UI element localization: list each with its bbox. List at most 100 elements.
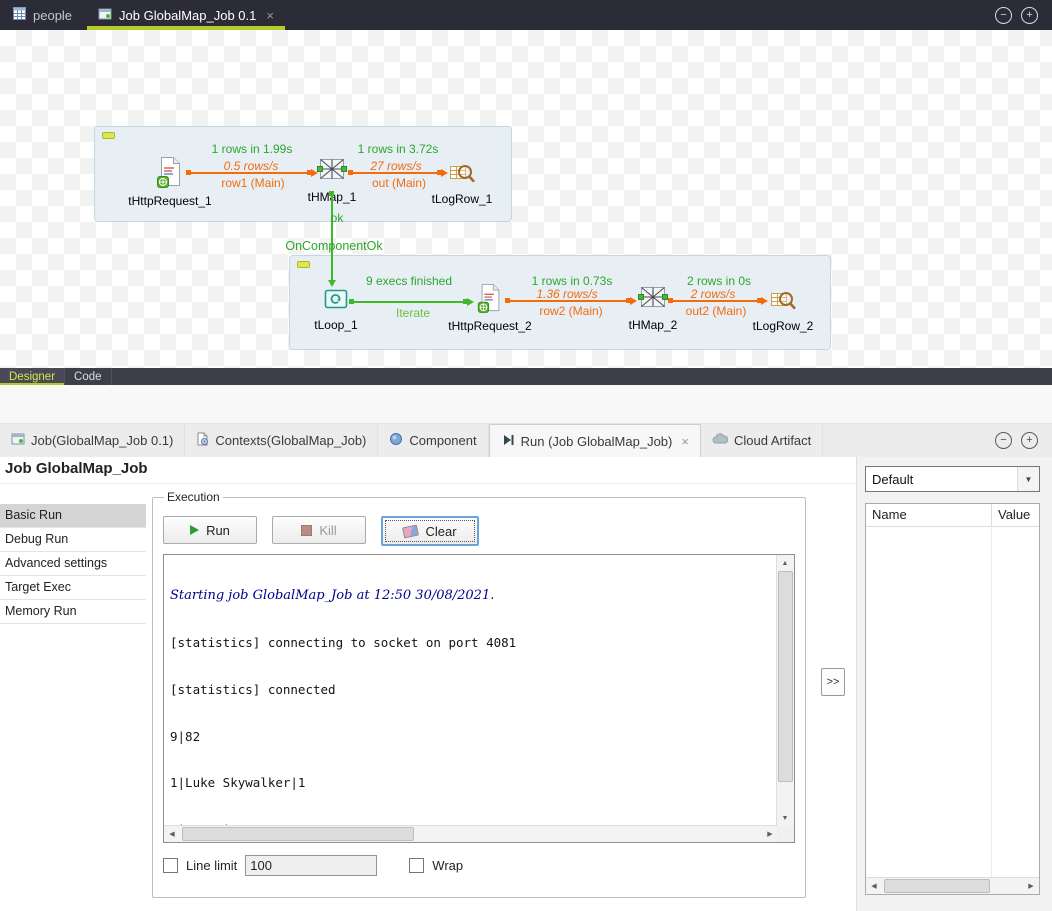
sidebar-item-advanced-settings[interactable]: Advanced settings bbox=[0, 552, 146, 576]
component-label: tHttpRequest_1 bbox=[128, 194, 211, 208]
link-stat-label: 1 rows in 0.73s bbox=[532, 274, 613, 288]
component-thttprequest-1[interactable]: tHttpRequest_1 bbox=[115, 156, 225, 208]
anchor-square bbox=[329, 191, 334, 196]
tab-label: Component bbox=[409, 433, 476, 448]
sidebar-item-debug-run[interactable]: Debug Run bbox=[0, 528, 146, 552]
job-icon bbox=[11, 432, 25, 449]
component-tloop-1[interactable]: tLoop_1 bbox=[281, 286, 391, 332]
line-limit-input[interactable] bbox=[245, 855, 377, 876]
scroll-right-icon[interactable]: ▶ bbox=[762, 826, 778, 842]
cloud-icon bbox=[712, 433, 728, 448]
component-thttprequest-2[interactable]: tHttpRequest_2 bbox=[435, 283, 545, 333]
tab-component-view[interactable]: Component bbox=[378, 424, 488, 457]
close-icon[interactable]: × bbox=[266, 8, 274, 23]
run-button[interactable]: Run bbox=[163, 516, 257, 544]
context-variables-table[interactable]: Name Value ◀ ▶ bbox=[865, 503, 1040, 895]
clear-button[interactable]: Clear bbox=[381, 516, 479, 546]
arrowhead bbox=[761, 297, 768, 305]
group-collapse-handle[interactable] bbox=[297, 261, 310, 268]
link-stat-label: 2 rows in 0s bbox=[687, 274, 751, 288]
console-options-row: Line limit Wrap bbox=[163, 855, 795, 876]
column-divider bbox=[991, 526, 992, 878]
minimize-icon[interactable]: − bbox=[995, 432, 1012, 449]
anchor-square bbox=[668, 298, 673, 303]
page-title: Job GlobalMap_Job bbox=[0, 457, 856, 484]
context-panel: Default ▼ Name Value ◀ ▶ bbox=[856, 457, 1052, 911]
trigger-link-oncomponentok[interactable] bbox=[331, 193, 333, 281]
tab-run-view[interactable]: Run (Job GlobalMap_Job) × bbox=[489, 424, 701, 457]
column-header-name[interactable]: Name bbox=[866, 504, 992, 526]
table-icon bbox=[13, 7, 26, 23]
tab-contexts-view[interactable]: Contexts(GlobalMap_Job) bbox=[185, 424, 378, 457]
console-line: [statistics] connecting to socket on por… bbox=[170, 635, 774, 651]
console-output: Starting job GlobalMap_Job at 12:50 30/0… bbox=[170, 557, 774, 826]
link-name-label: Iterate bbox=[396, 306, 430, 320]
scrollbar-thumb[interactable] bbox=[884, 879, 990, 893]
link-stat-label: 1 rows in 3.72s bbox=[358, 142, 439, 156]
console-line: 9|82 bbox=[170, 729, 774, 745]
component-icon bbox=[389, 432, 403, 449]
scrollbar-corner bbox=[777, 826, 794, 842]
link-stat-label: 1 rows in 1.99s bbox=[212, 142, 293, 156]
close-icon[interactable]: × bbox=[681, 434, 689, 449]
scroll-right-icon[interactable]: ▶ bbox=[1023, 878, 1039, 894]
console-horizontal-scrollbar[interactable]: ◀ ▶ bbox=[164, 825, 778, 842]
tab-label: Code bbox=[74, 371, 102, 383]
thmap-icon bbox=[638, 282, 668, 315]
wrap-checkbox[interactable] bbox=[409, 858, 424, 873]
tab-people[interactable]: people bbox=[0, 0, 85, 30]
run-console[interactable]: Starting job GlobalMap_Job at 12:50 30/0… bbox=[163, 554, 795, 843]
scroll-up-icon[interactable]: ▲ bbox=[777, 555, 793, 571]
link-rate-label: 2 rows/s bbox=[691, 287, 736, 301]
job-design-canvas[interactable]: tHttpRequest_1 tHMap_1 tLogRow_1 tLoop_1 bbox=[0, 30, 1052, 368]
kill-button[interactable]: Kill bbox=[272, 516, 366, 544]
console-line: [statistics] connected bbox=[170, 682, 774, 698]
minimize-icon[interactable]: − bbox=[995, 7, 1012, 24]
anchor-square bbox=[349, 299, 354, 304]
thttprequest-icon bbox=[476, 283, 504, 316]
ok-label: ok bbox=[331, 211, 344, 225]
tab-cloud-artifact-view[interactable]: Cloud Artifact bbox=[701, 424, 823, 457]
tab-label: Cloud Artifact bbox=[734, 433, 811, 448]
flow-link-iterate[interactable] bbox=[353, 301, 468, 303]
scroll-left-icon[interactable]: ◀ bbox=[866, 878, 882, 894]
table-header: Name Value bbox=[866, 504, 1039, 527]
tab-designer[interactable]: Designer bbox=[0, 368, 65, 385]
tab-code[interactable]: Code bbox=[65, 368, 112, 385]
maximize-icon[interactable]: + bbox=[1021, 432, 1038, 449]
context-dropdown[interactable]: Default ▼ bbox=[865, 466, 1040, 492]
maximize-icon[interactable]: + bbox=[1021, 7, 1038, 24]
column-header-value[interactable]: Value bbox=[992, 504, 1039, 526]
console-vertical-scrollbar[interactable]: ▲ ▼ bbox=[776, 555, 794, 826]
link-name-label: row2 (Main) bbox=[539, 304, 602, 318]
scrollbar-thumb[interactable] bbox=[182, 827, 414, 841]
tab-job-globalmap[interactable]: Job GlobalMap_Job 0.1 × bbox=[85, 0, 287, 30]
table-horizontal-scrollbar[interactable]: ◀ ▶ bbox=[866, 877, 1039, 894]
console-line: 1|Luke Skywalker|1 bbox=[170, 775, 774, 791]
talend-studio-window: people Job GlobalMap_Job 0.1 × − + t bbox=[0, 0, 1052, 910]
tab-label: Job(GlobalMap_Job 0.1) bbox=[31, 433, 173, 448]
expand-context-button[interactable]: >> bbox=[821, 668, 845, 696]
arrowhead bbox=[630, 297, 637, 305]
link-name-label: row1 (Main) bbox=[221, 176, 284, 190]
view-bar-controls: − + bbox=[995, 424, 1052, 457]
run-icon bbox=[501, 433, 515, 450]
sidebar-item-memory-run[interactable]: Memory Run bbox=[0, 600, 146, 624]
sidebar-item-basic-run[interactable]: Basic Run bbox=[0, 504, 146, 528]
line-limit-label: Line limit bbox=[186, 858, 237, 873]
scroll-left-icon[interactable]: ◀ bbox=[164, 826, 180, 842]
sidebar-item-target-exec[interactable]: Target Exec bbox=[0, 576, 146, 600]
anchor-square bbox=[505, 298, 510, 303]
tab-label: Job GlobalMap_Job 0.1 bbox=[119, 8, 256, 23]
scrollbar-thumb[interactable] bbox=[778, 571, 793, 782]
link-rate-label: 0.5 rows/s bbox=[224, 159, 279, 173]
scroll-down-icon[interactable]: ▼ bbox=[777, 810, 793, 826]
link-name-label: out2 (Main) bbox=[686, 304, 747, 318]
line-limit-checkbox[interactable] bbox=[163, 858, 178, 873]
group-collapse-handle[interactable] bbox=[102, 132, 115, 139]
wrap-label: Wrap bbox=[432, 858, 463, 873]
tab-label: people bbox=[33, 8, 72, 23]
contexts-icon bbox=[196, 432, 209, 449]
component-label: tHMap_2 bbox=[629, 318, 678, 332]
tab-job-view[interactable]: Job(GlobalMap_Job 0.1) bbox=[0, 424, 185, 457]
